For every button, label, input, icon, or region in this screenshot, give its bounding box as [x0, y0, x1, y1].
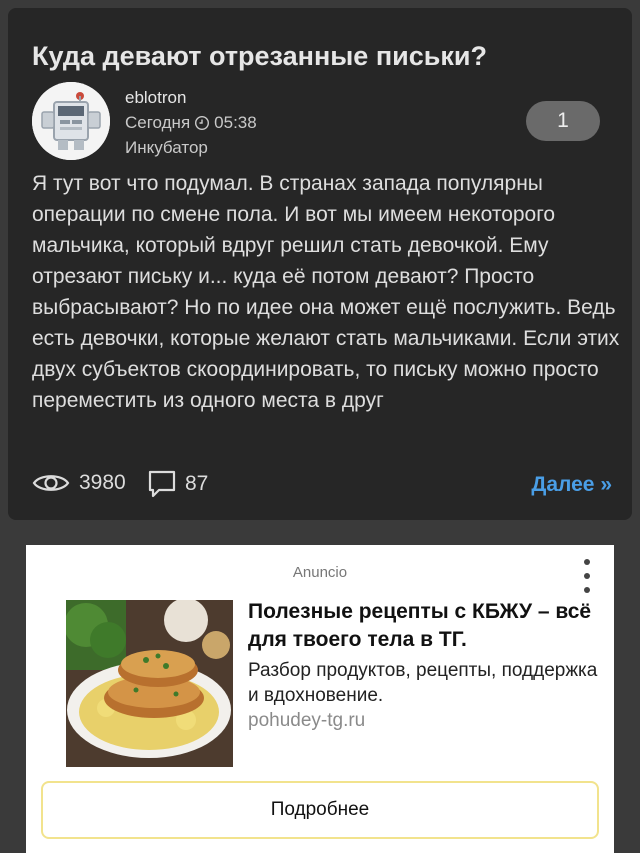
- ad-domain[interactable]: pohudey-tg.ru: [248, 710, 365, 732]
- speech-bubble-icon: [147, 470, 177, 498]
- ad-description: Разбор продуктов, рецепты, поддержка и в…: [248, 660, 598, 706]
- post-date: Сегодня 05:38: [125, 113, 257, 133]
- ad-details-button[interactable]: Подробнее: [41, 781, 599, 839]
- date-label: Сегодня: [125, 113, 191, 132]
- post-time: 05:38: [214, 113, 257, 132]
- rating-badge[interactable]: 1: [526, 101, 600, 141]
- post-footer: 3980 87 Далее »: [32, 470, 612, 500]
- author-name[interactable]: eblotron: [125, 88, 186, 108]
- vertical-dots-icon[interactable]: [579, 559, 595, 593]
- post-category[interactable]: Инкубатор: [125, 138, 208, 158]
- ad-image[interactable]: [66, 600, 233, 767]
- clock-icon: [194, 115, 210, 131]
- ad-title[interactable]: Полезные рецепты с КБЖУ – всё для твоего…: [248, 598, 598, 654]
- ad-card[interactable]: Anuncio Полезные рецепты с КБЖУ – всё дл…: [26, 545, 614, 853]
- views-count: 3980: [79, 471, 126, 494]
- post-card: Куда девают отрезанные письки? eblotron …: [8, 8, 632, 520]
- views-stat: 3980: [32, 470, 126, 496]
- read-more-link[interactable]: Далее »: [531, 473, 612, 497]
- author-avatar[interactable]: [32, 82, 110, 160]
- post-body: Я тут вот что подумал. В странах запада …: [32, 172, 620, 412]
- comments-count: 87: [185, 472, 209, 495]
- ad-label: Anuncio: [292, 564, 348, 581]
- eye-icon: [32, 470, 70, 496]
- post-title[interactable]: Куда девают отрезанные письки?: [32, 38, 612, 74]
- comments-stat[interactable]: 87: [147, 470, 208, 498]
